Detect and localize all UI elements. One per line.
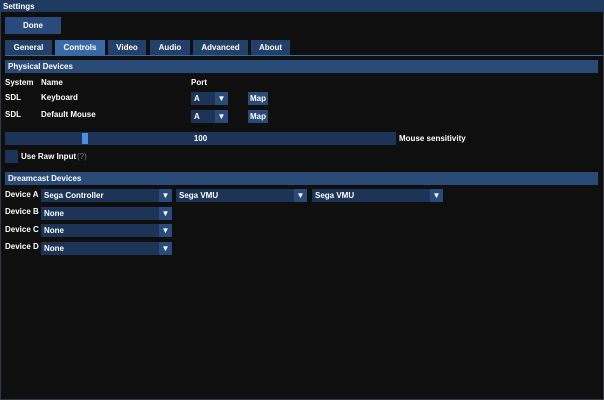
device-name: Keyboard [41,93,78,102]
combo-value: Sega VMU [315,191,355,200]
dreamcast-devices-header[interactable]: Dreamcast Devices [5,172,598,185]
mouse-sensitivity-slider[interactable]: 100 [5,132,396,145]
device-system: SDL [5,110,21,119]
device-a-combo[interactable]: Sega Controller ▼ [41,189,172,202]
device-a-slot2-combo[interactable]: Sega VMU ▼ [312,189,443,202]
device-b-label: Device B [5,207,39,216]
chevron-down-icon: ▼ [159,207,172,220]
done-button[interactable]: Done [5,17,61,34]
combo-value: None [44,226,64,235]
chevron-down-icon: ▼ [215,110,228,123]
slider-value: 100 [193,134,208,143]
tab-controls[interactable]: Controls [55,40,105,55]
tab-advanced[interactable]: Advanced [193,40,248,55]
tab-general[interactable]: General [5,40,52,55]
physical-devices-header[interactable]: Physical Devices [5,60,598,73]
device-d-label: Device D [5,242,39,251]
combo-value: None [44,244,64,253]
chevron-down-icon: ▼ [159,189,172,202]
column-system: System [5,78,34,87]
chevron-down-icon: ▼ [430,189,443,202]
combo-value: Sega VMU [179,191,219,200]
port-value: A [194,112,200,121]
device-system: SDL [5,93,21,102]
tab-about[interactable]: About [251,40,290,55]
raw-input-label: Use Raw Input [21,152,77,161]
device-b-combo[interactable]: None ▼ [41,207,172,220]
map-button-keyboard[interactable]: Map [248,92,268,105]
port-combo-keyboard[interactable]: A ▼ [191,92,228,105]
column-port: Port [191,78,207,87]
column-name: Name [41,78,63,87]
tab-separator [5,55,603,56]
mouse-sensitivity-label: Mouse sensitivity [399,134,466,143]
device-c-combo[interactable]: None ▼ [41,224,172,237]
tab-video[interactable]: Video [108,40,146,55]
device-a-slot1-combo[interactable]: Sega VMU ▼ [176,189,307,202]
chevron-down-icon: ▼ [159,242,172,255]
combo-value: Sega Controller [44,191,104,200]
chevron-down-icon: ▼ [159,224,172,237]
device-c-label: Device C [5,225,39,234]
device-name: Default Mouse [41,110,96,119]
port-value: A [194,94,200,103]
chevron-down-icon: ▼ [215,92,228,105]
help-marker[interactable]: (?) [77,152,87,161]
map-button-mouse[interactable]: Map [248,110,268,123]
port-combo-mouse[interactable]: A ▼ [191,110,228,123]
raw-input-checkbox[interactable] [5,150,18,163]
tab-audio[interactable]: Audio [150,40,190,55]
combo-value: None [44,209,64,218]
title-bar: Settings [0,0,604,12]
slider-grab[interactable] [82,133,88,144]
device-d-combo[interactable]: None ▼ [41,242,172,255]
chevron-down-icon: ▼ [294,189,307,202]
window-title: Settings [3,2,35,11]
device-a-label: Device A [5,190,39,199]
